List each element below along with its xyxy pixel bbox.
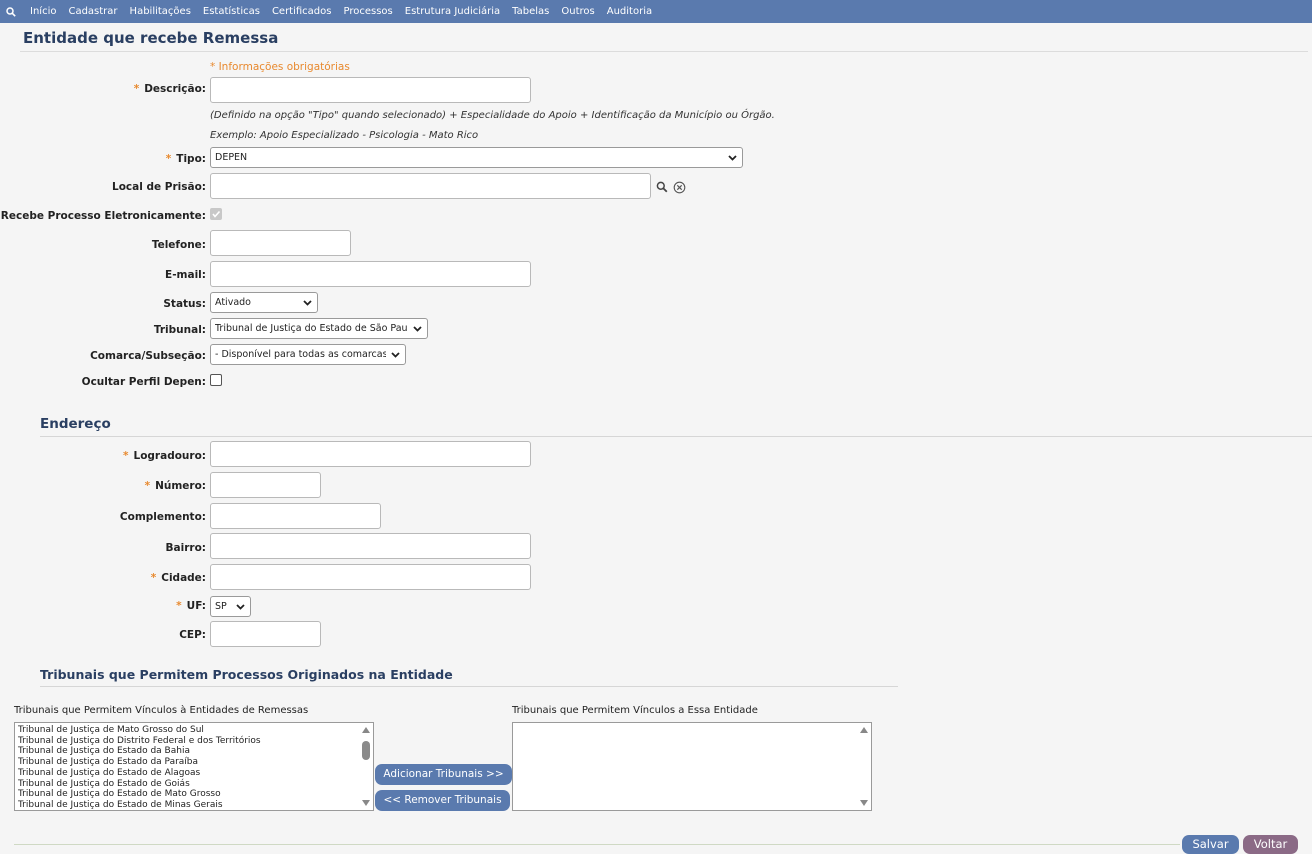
tribunal-select[interactable]: Tribunal de Justiça do Estado de São Pau… <box>210 318 428 339</box>
save-button[interactable]: Salvar <box>1182 835 1239 854</box>
complemento-input[interactable] <box>210 503 381 529</box>
selected-tribunais-label: Tribunais que Permitem Vínculos a Essa E… <box>512 705 758 716</box>
tribunal-value: Tribunal de Justiça do Estado de São Pau… <box>215 323 408 334</box>
available-tribunais-list[interactable]: Tribunal de Justiça de Mato Grosso do Su… <box>14 722 374 811</box>
chevron-down-icon <box>236 604 245 610</box>
scroll-up-icon[interactable] <box>362 727 370 733</box>
recebe-processo-label: Recebe Processo Eletronicamente: <box>0 210 206 222</box>
email-input[interactable] <box>210 261 531 287</box>
telefone-input[interactable] <box>210 230 351 256</box>
title-divider <box>20 51 1308 52</box>
ocultar-perfil-label: Ocultar Perfil Depen: <box>81 376 206 388</box>
cidade-label: * Cidade: <box>150 572 206 584</box>
local-prisao-input[interactable] <box>210 173 651 199</box>
local-prisao-label: Local de Prisão: <box>112 181 206 193</box>
chevron-down-icon <box>391 352 400 358</box>
recebe-processo-checkbox[interactable] <box>210 208 222 220</box>
complemento-label: Complemento: <box>119 511 206 523</box>
list-item[interactable]: Tribunal de Justiça do Distrito Federal … <box>15 736 261 747</box>
bairro-label: Bairro: <box>165 542 206 554</box>
tipo-value: DEPEN <box>215 152 248 163</box>
chevron-down-icon <box>728 155 737 161</box>
descricao-label: * Descrição: <box>133 83 206 95</box>
comarca-value: - Disponível para todas as comarcas - <box>215 349 386 360</box>
list-item[interactable]: Tribunal de Justiça do Estado de Minas G… <box>15 800 261 810</box>
nav-item-estatisticas[interactable]: Estatísticas <box>197 0 266 23</box>
nav-item-processos[interactable]: Processos <box>337 0 398 23</box>
descricao-input[interactable] <box>210 77 531 103</box>
tipo-select[interactable]: DEPEN <box>210 147 743 168</box>
comarca-select[interactable]: - Disponível para todas as comarcas - <box>210 344 406 365</box>
endereco-divider <box>40 436 1312 437</box>
scroll-down-icon[interactable] <box>362 800 370 806</box>
tribunais-divider <box>40 686 898 687</box>
tribunais-title: Tribunais que Permitem Processos Origina… <box>40 667 453 682</box>
tribunal-label: Tribunal: <box>153 324 206 336</box>
search-icon[interactable] <box>0 0 22 23</box>
status-value: Ativado <box>215 297 251 308</box>
footer-divider <box>14 844 1180 845</box>
nav-item-habilitacoes[interactable]: Habilitações <box>124 0 197 23</box>
logradouro-input[interactable] <box>210 441 531 467</box>
numero-input[interactable] <box>210 472 321 498</box>
logradouro-label: * Logradouro: <box>123 450 206 462</box>
nav-item-tabelas[interactable]: Tabelas <box>506 0 555 23</box>
remove-tribunais-button[interactable]: << Remover Tribunais <box>375 790 510 811</box>
selected-tribunais-list[interactable] <box>512 722 872 811</box>
status-label: Status: <box>163 298 206 310</box>
chevron-down-icon <box>413 326 422 332</box>
telefone-label: Telefone: <box>151 239 206 251</box>
nav-item-inicio[interactable]: Início <box>22 0 62 23</box>
scrollbar-thumb[interactable] <box>362 741 370 760</box>
numero-label: * Número: <box>144 480 206 492</box>
available-tribunais-label: Tribunais que Permitem Vínculos à Entida… <box>14 705 309 716</box>
required-note: * Informações obrigatórias <box>210 61 350 73</box>
nav-item-cadastrar[interactable]: Cadastrar <box>62 0 123 23</box>
uf-select[interactable]: SP <box>210 596 251 617</box>
search-icon[interactable] <box>655 180 669 194</box>
list-item[interactable]: Tribunal de Justiça do Estado de Alagoas <box>15 768 261 779</box>
uf-label: * UF: <box>176 600 206 612</box>
list-item[interactable]: Tribunal de Justiça do Estado da Bahia <box>15 746 261 757</box>
comarca-label: Comarca/Subseção: <box>90 350 206 362</box>
nav-item-estrutura-judiciaria[interactable]: Estrutura Judiciária <box>399 0 506 23</box>
endereco-title: Endereço <box>40 416 111 432</box>
back-button[interactable]: Voltar <box>1243 835 1298 854</box>
nav-item-certificados[interactable]: Certificados <box>266 0 338 23</box>
uf-value: SP <box>215 601 227 612</box>
add-tribunais-button[interactable]: Adicionar Tribunais >> <box>375 764 512 785</box>
tipo-label: * Tipo: <box>165 153 206 165</box>
descricao-example: Exemplo: Apoio Especializado - Psicologi… <box>210 130 479 141</box>
page-title: Entidade que recebe Remessa <box>23 29 279 47</box>
list-item[interactable]: Tribunal de Justiça de Mato Grosso do Su… <box>15 725 261 736</box>
nav-item-outros[interactable]: Outros <box>555 0 600 23</box>
chevron-down-icon <box>303 300 312 306</box>
nav-item-auditoria[interactable]: Auditoria <box>601 0 658 23</box>
scroll-down-icon[interactable] <box>860 800 868 806</box>
ocultar-perfil-checkbox[interactable] <box>210 374 222 386</box>
list-item[interactable]: Tribunal de Justiça do Estado de Goiás <box>15 779 261 790</box>
bairro-input[interactable] <box>210 533 531 559</box>
descricao-hint: (Definido na opção "Tipo" quando selecio… <box>210 110 775 121</box>
clear-icon[interactable] <box>672 180 686 194</box>
list-item[interactable]: Tribunal de Justiça do Estado da Paraíba <box>15 757 261 768</box>
list-item[interactable]: Tribunal de Justiça do Estado de Mato Gr… <box>15 789 261 800</box>
cep-input[interactable] <box>210 621 321 647</box>
email-label: E-mail: <box>165 269 206 281</box>
top-nav: Início Cadastrar Habilitações Estatístic… <box>0 0 1312 23</box>
cidade-input[interactable] <box>210 564 531 590</box>
scroll-up-icon[interactable] <box>860 727 868 733</box>
selected-list-scrollbar[interactable] <box>858 724 870 809</box>
available-list-scrollbar[interactable] <box>360 724 372 809</box>
cep-label: CEP: <box>179 629 206 641</box>
status-select[interactable]: Ativado <box>210 292 318 313</box>
